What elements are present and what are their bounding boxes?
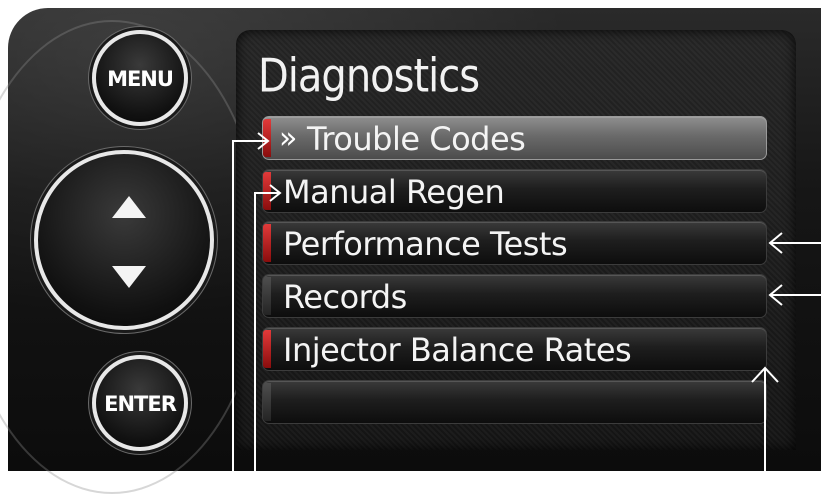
callout-line-manual-regen [254,192,280,471]
callout-line-trouble-codes [232,140,268,471]
callout-lines [232,132,821,471]
